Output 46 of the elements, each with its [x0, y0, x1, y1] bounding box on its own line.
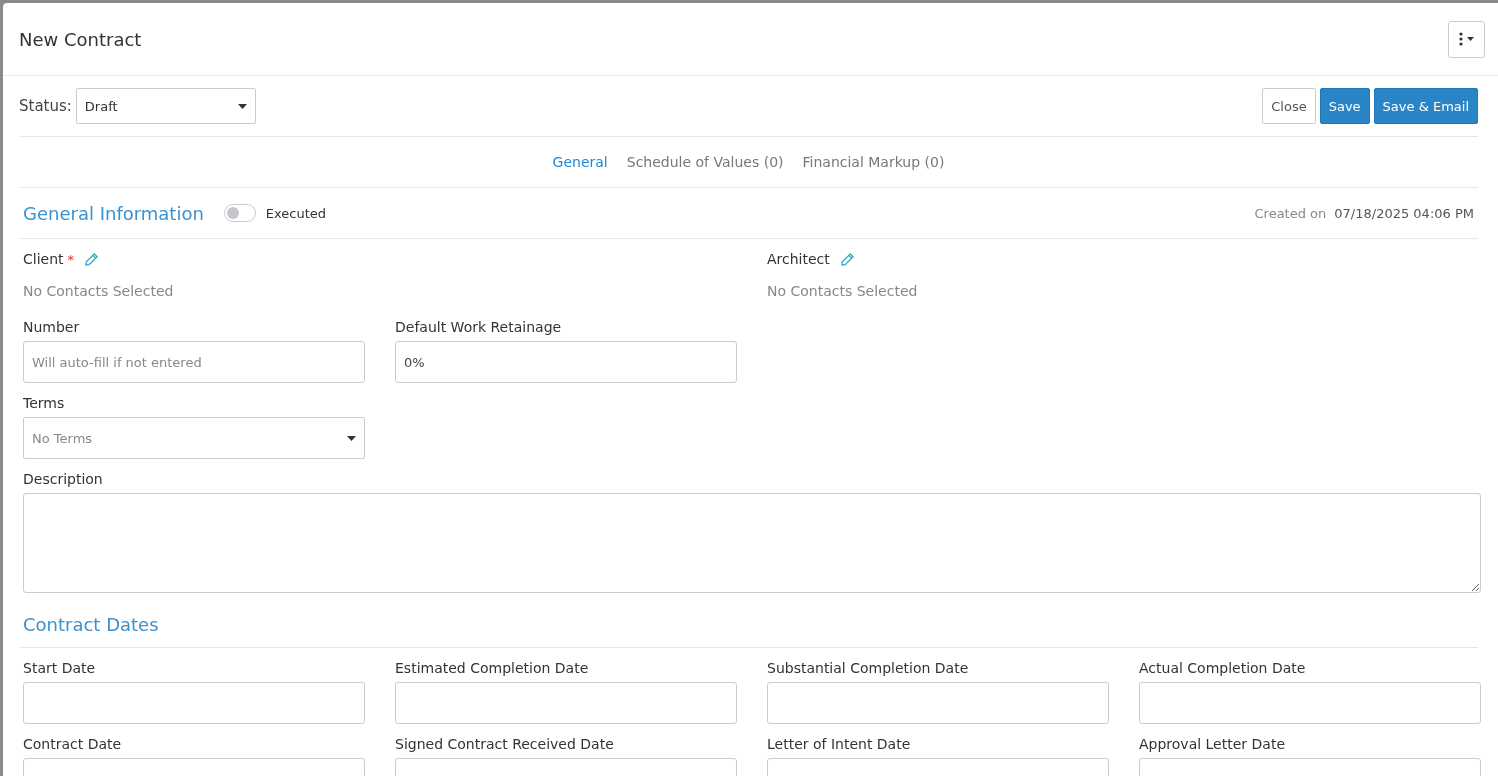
terms-dropdown[interactable]: No Terms — [23, 417, 365, 459]
date-input[interactable] — [767, 682, 1109, 724]
field-label: Substantial Completion Date — [767, 659, 970, 678]
field-label: Actual Completion Date — [1139, 659, 1307, 678]
caret-icon — [347, 435, 356, 441]
field-label: Client — [23, 251, 64, 267]
pencil-icon[interactable] — [84, 251, 100, 267]
tab[interactable]: Schedule of Values (0) — [626, 154, 784, 170]
toggle-switch[interactable] — [223, 204, 256, 222]
input-field[interactable]: 0% — [395, 341, 737, 383]
date-input[interactable] — [1139, 682, 1481, 724]
more-menu-button[interactable] — [1448, 20, 1485, 58]
field-label: Terms — [23, 394, 66, 413]
required-mark: * — [67, 251, 75, 267]
toggle-label: Executed — [265, 205, 327, 221]
field-label: Start Date — [23, 659, 97, 678]
field-label: Signed Contract Received Date — [395, 735, 615, 754]
field-label: Description — [23, 470, 104, 489]
status-dropdown[interactable]: Draft — [75, 88, 256, 124]
modal-title: New Contract — [19, 28, 142, 50]
created-date: 07/18/2025 04:06 PM — [1334, 205, 1474, 221]
contacts-value: No Contacts Selected — [767, 283, 919, 299]
contacts-value: No Contacts Selected — [23, 283, 175, 299]
save-button[interactable]: Save — [1319, 88, 1370, 124]
save-button[interactable]: Save & Email — [1373, 88, 1478, 124]
field-label: Approval Letter Date — [1139, 735, 1286, 754]
field-label: Estimated Completion Date — [395, 659, 590, 678]
tab[interactable]: General — [552, 154, 608, 170]
field-label: Letter of Intent Date — [767, 735, 912, 754]
field-label: Default Work Retainage — [395, 318, 563, 337]
field-label: Contract Date — [23, 735, 123, 754]
pencil-icon[interactable] — [839, 251, 855, 267]
date-input[interactable] — [395, 682, 737, 724]
more-options-icon — [1457, 32, 1476, 46]
date-input[interactable] — [23, 682, 365, 724]
section-title: Contract Dates — [23, 613, 159, 635]
close-button[interactable]: Close — [1262, 88, 1316, 124]
description-field[interactable] — [23, 493, 1481, 593]
tab[interactable]: Financial Markup (0) — [802, 154, 945, 170]
caret-icon — [237, 103, 247, 109]
field-label: Architect — [767, 251, 830, 267]
section-title: General Information — [23, 202, 204, 224]
input-field[interactable]: Will auto-fill if not entered — [23, 341, 365, 383]
created-label: Created on — [1254, 205, 1327, 221]
status-label: Status: — [19, 97, 72, 115]
field-label: Number — [23, 318, 81, 337]
